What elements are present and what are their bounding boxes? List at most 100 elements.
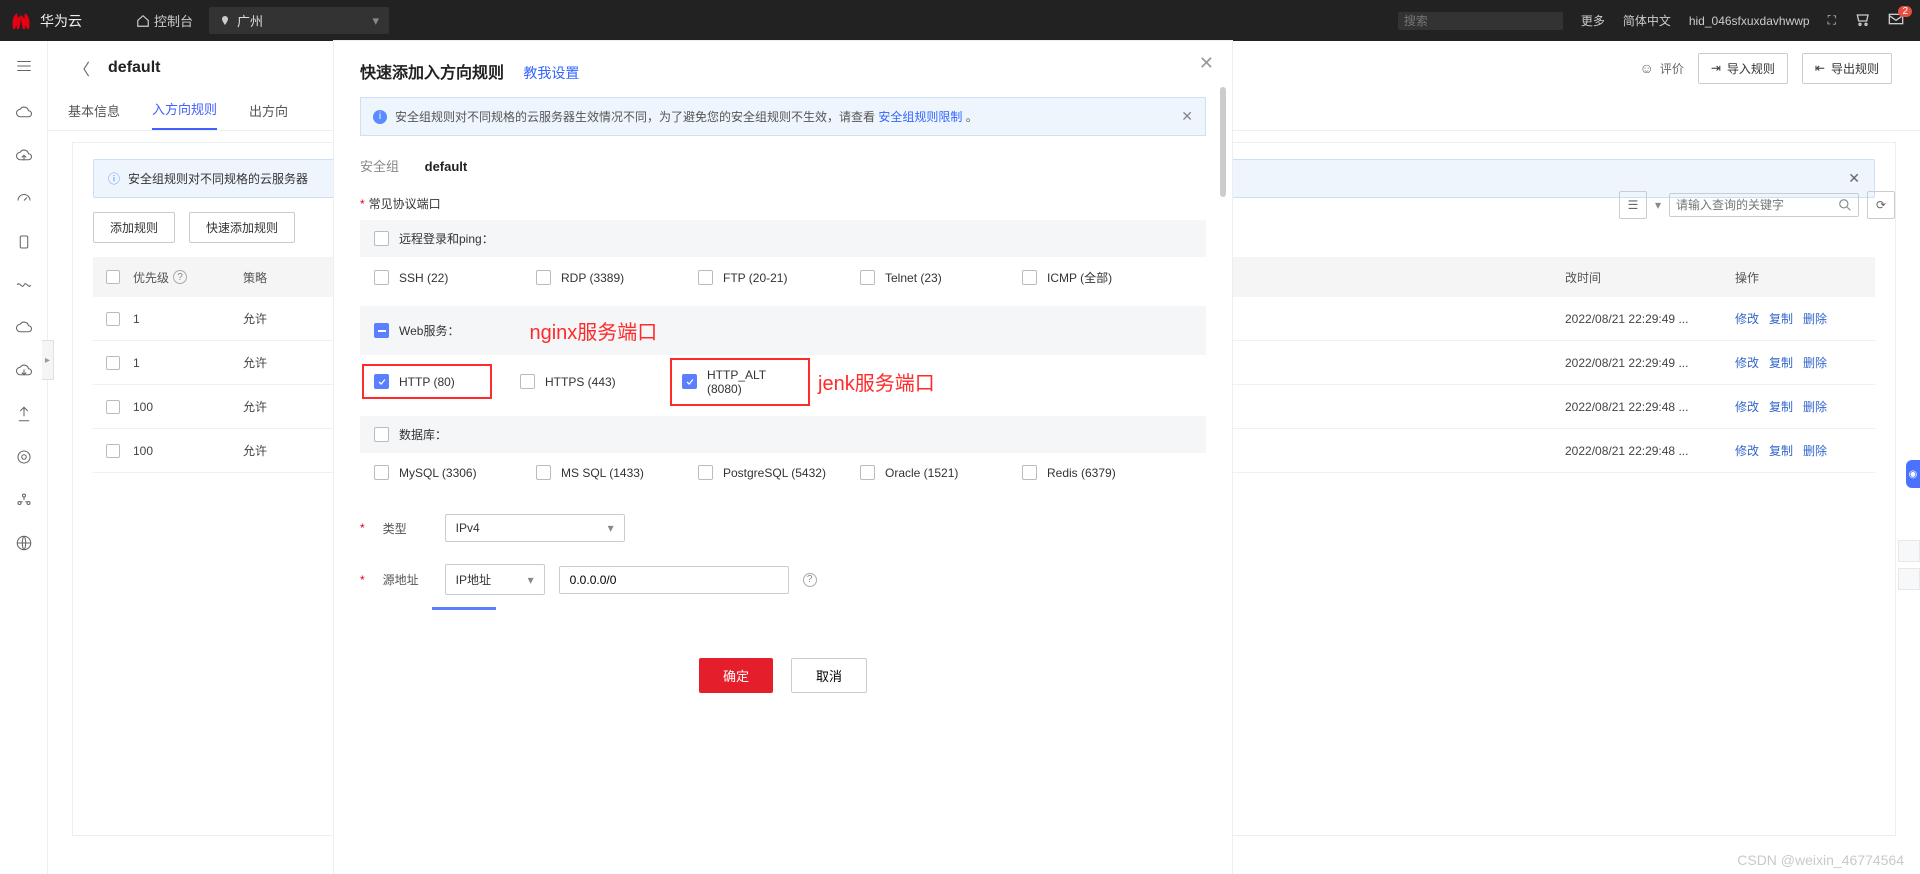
huawei-logo-icon <box>8 11 34 31</box>
brand-logo[interactable]: 华为云 <box>0 11 120 31</box>
op-copy[interactable]: 复制 <box>1769 356 1793 370</box>
select-all-checkbox[interactable] <box>106 270 120 284</box>
op-delete[interactable]: 删除 <box>1803 444 1827 458</box>
op-copy[interactable]: 复制 <box>1769 444 1793 458</box>
import-label: 导入规则 <box>1727 60 1775 77</box>
dashboard-icon[interactable] <box>15 190 33 211</box>
nav-user[interactable]: hid_046sfxuxdavhwwp <box>1689 14 1810 28</box>
console-link[interactable]: 控制台 <box>136 11 193 30</box>
cb-oracle[interactable] <box>860 465 875 480</box>
row-priority: 100 <box>133 444 243 458</box>
globe-icon[interactable] <box>15 534 33 555</box>
global-search-input[interactable] <box>1404 14 1559 28</box>
port-ftp: FTP (20-21) <box>723 271 787 285</box>
cb-pg[interactable] <box>698 465 713 480</box>
row-checkbox[interactable] <box>106 444 120 458</box>
panel-search[interactable] <box>1669 193 1859 217</box>
cloud-up-icon[interactable] <box>15 147 33 168</box>
dropdown-caret-icon[interactable]: ▾ <box>1655 198 1661 212</box>
cb-group-db[interactable] <box>374 427 389 442</box>
mail-icon[interactable]: 2 <box>1888 12 1904 29</box>
op-delete[interactable]: 删除 <box>1803 312 1827 326</box>
source-value-input[interactable] <box>559 566 789 594</box>
op-delete[interactable]: 删除 <box>1803 400 1827 414</box>
op-modify[interactable]: 修改 <box>1735 356 1759 370</box>
cart-icon[interactable] <box>1854 11 1870 30</box>
cluster-icon[interactable] <box>15 491 33 512</box>
target-icon[interactable] <box>15 448 33 469</box>
cloud-icon[interactable] <box>15 104 33 125</box>
cb-ssh[interactable] <box>374 270 389 285</box>
row-checkbox[interactable] <box>106 356 120 370</box>
cb-http-alt[interactable] <box>682 374 697 389</box>
tab-inbound-rules[interactable]: 入方向规则 <box>152 99 217 130</box>
import-rules-button[interactable]: ⇥导入规则 <box>1698 53 1788 84</box>
row-ops: 修改复制删除 <box>1735 310 1875 327</box>
back-arrow-icon[interactable]: 〈 <box>68 56 96 80</box>
source-label: 源地址 <box>383 571 431 588</box>
confirm-button[interactable]: 确定 <box>699 658 773 693</box>
cb-mssql[interactable] <box>536 465 551 480</box>
tab-outbound[interactable]: 出方向 <box>249 101 288 130</box>
cb-group-login[interactable] <box>374 231 389 246</box>
cb-group-web[interactable] <box>374 323 389 338</box>
menu-icon[interactable] <box>15 57 33 78</box>
op-modify[interactable]: 修改 <box>1735 444 1759 458</box>
source-mode-select[interactable]: IP地址▾ <box>445 564 545 595</box>
ports-label: 常见协议端口 <box>369 197 441 211</box>
row-time: 2022/08/21 22:29:48 ... <box>1565 400 1735 414</box>
help-icon[interactable]: ? <box>803 573 817 587</box>
row-checkbox[interactable] <box>106 312 120 326</box>
cb-http[interactable] <box>374 374 389 389</box>
expand-icon[interactable]: ⛶ <box>1828 13 1836 28</box>
left-nav-strip <box>0 41 48 874</box>
panel-search-input[interactable] <box>1676 198 1838 212</box>
region-selector[interactable]: 广州 ▾ <box>209 7 389 34</box>
device-icon[interactable] <box>15 233 33 254</box>
rate-link[interactable]: ☺评价 <box>1640 60 1684 77</box>
row-checkbox[interactable] <box>106 400 120 414</box>
modal-alert-link[interactable]: 安全组规则限制 <box>878 110 962 124</box>
op-copy[interactable]: 复制 <box>1769 312 1793 326</box>
columns-icon[interactable]: ☰ <box>1619 191 1647 219</box>
row-priority: 1 <box>133 356 243 370</box>
op-modify[interactable]: 修改 <box>1735 312 1759 326</box>
modal-help-link[interactable]: 教我设置 <box>523 65 579 81</box>
cb-ftp[interactable] <box>698 270 713 285</box>
nav-more[interactable]: 更多 <box>1581 12 1605 29</box>
export-rules-button[interactable]: ⇤导出规则 <box>1802 53 1892 84</box>
side-widget-1[interactable] <box>1898 540 1920 562</box>
modal-close-icon[interactable]: ✕ <box>1199 53 1214 74</box>
cb-telnet[interactable] <box>860 270 875 285</box>
cancel-button[interactable]: 取消 <box>791 658 867 693</box>
modal-scrollbar[interactable] <box>1220 87 1226 197</box>
panel-alert-text: 安全组规则对不同规格的云服务器 <box>128 170 308 187</box>
global-search[interactable] <box>1398 12 1563 30</box>
add-rule-button[interactable]: 添加规则 <box>93 212 175 243</box>
help-icon[interactable]: ? <box>173 270 187 284</box>
cb-mysql[interactable] <box>374 465 389 480</box>
waves-icon[interactable] <box>15 276 33 297</box>
op-modify[interactable]: 修改 <box>1735 400 1759 414</box>
cb-redis[interactable] <box>1022 465 1037 480</box>
row-priority: 1 <box>133 312 243 326</box>
row-policy: 允许 <box>243 398 323 415</box>
cb-icmp[interactable] <box>1022 270 1037 285</box>
cb-https[interactable] <box>520 374 535 389</box>
side-widget-2[interactable] <box>1898 568 1920 590</box>
tab-basic-info[interactable]: 基本信息 <box>68 101 120 130</box>
refresh-icon[interactable]: ⟳ <box>1867 191 1895 219</box>
cb-rdp[interactable] <box>536 270 551 285</box>
op-delete[interactable]: 删除 <box>1803 356 1827 370</box>
cloud-down-icon[interactable] <box>15 362 33 383</box>
modal-alert-close[interactable]: ✕ <box>1181 108 1193 125</box>
strip-expand-handle[interactable]: ▸ <box>42 340 54 380</box>
type-select[interactable]: IPv4▾ <box>445 514 625 542</box>
share-icon[interactable] <box>15 405 33 426</box>
side-feedback-tab[interactable]: ◉ <box>1906 460 1920 488</box>
quick-add-rule-button[interactable]: 快速添加规则 <box>189 212 295 243</box>
cloud2-icon[interactable] <box>15 319 33 340</box>
op-copy[interactable]: 复制 <box>1769 400 1793 414</box>
nav-lang[interactable]: 简体中文 <box>1623 12 1671 29</box>
panel-alert-close[interactable]: ✕ <box>1848 170 1860 187</box>
